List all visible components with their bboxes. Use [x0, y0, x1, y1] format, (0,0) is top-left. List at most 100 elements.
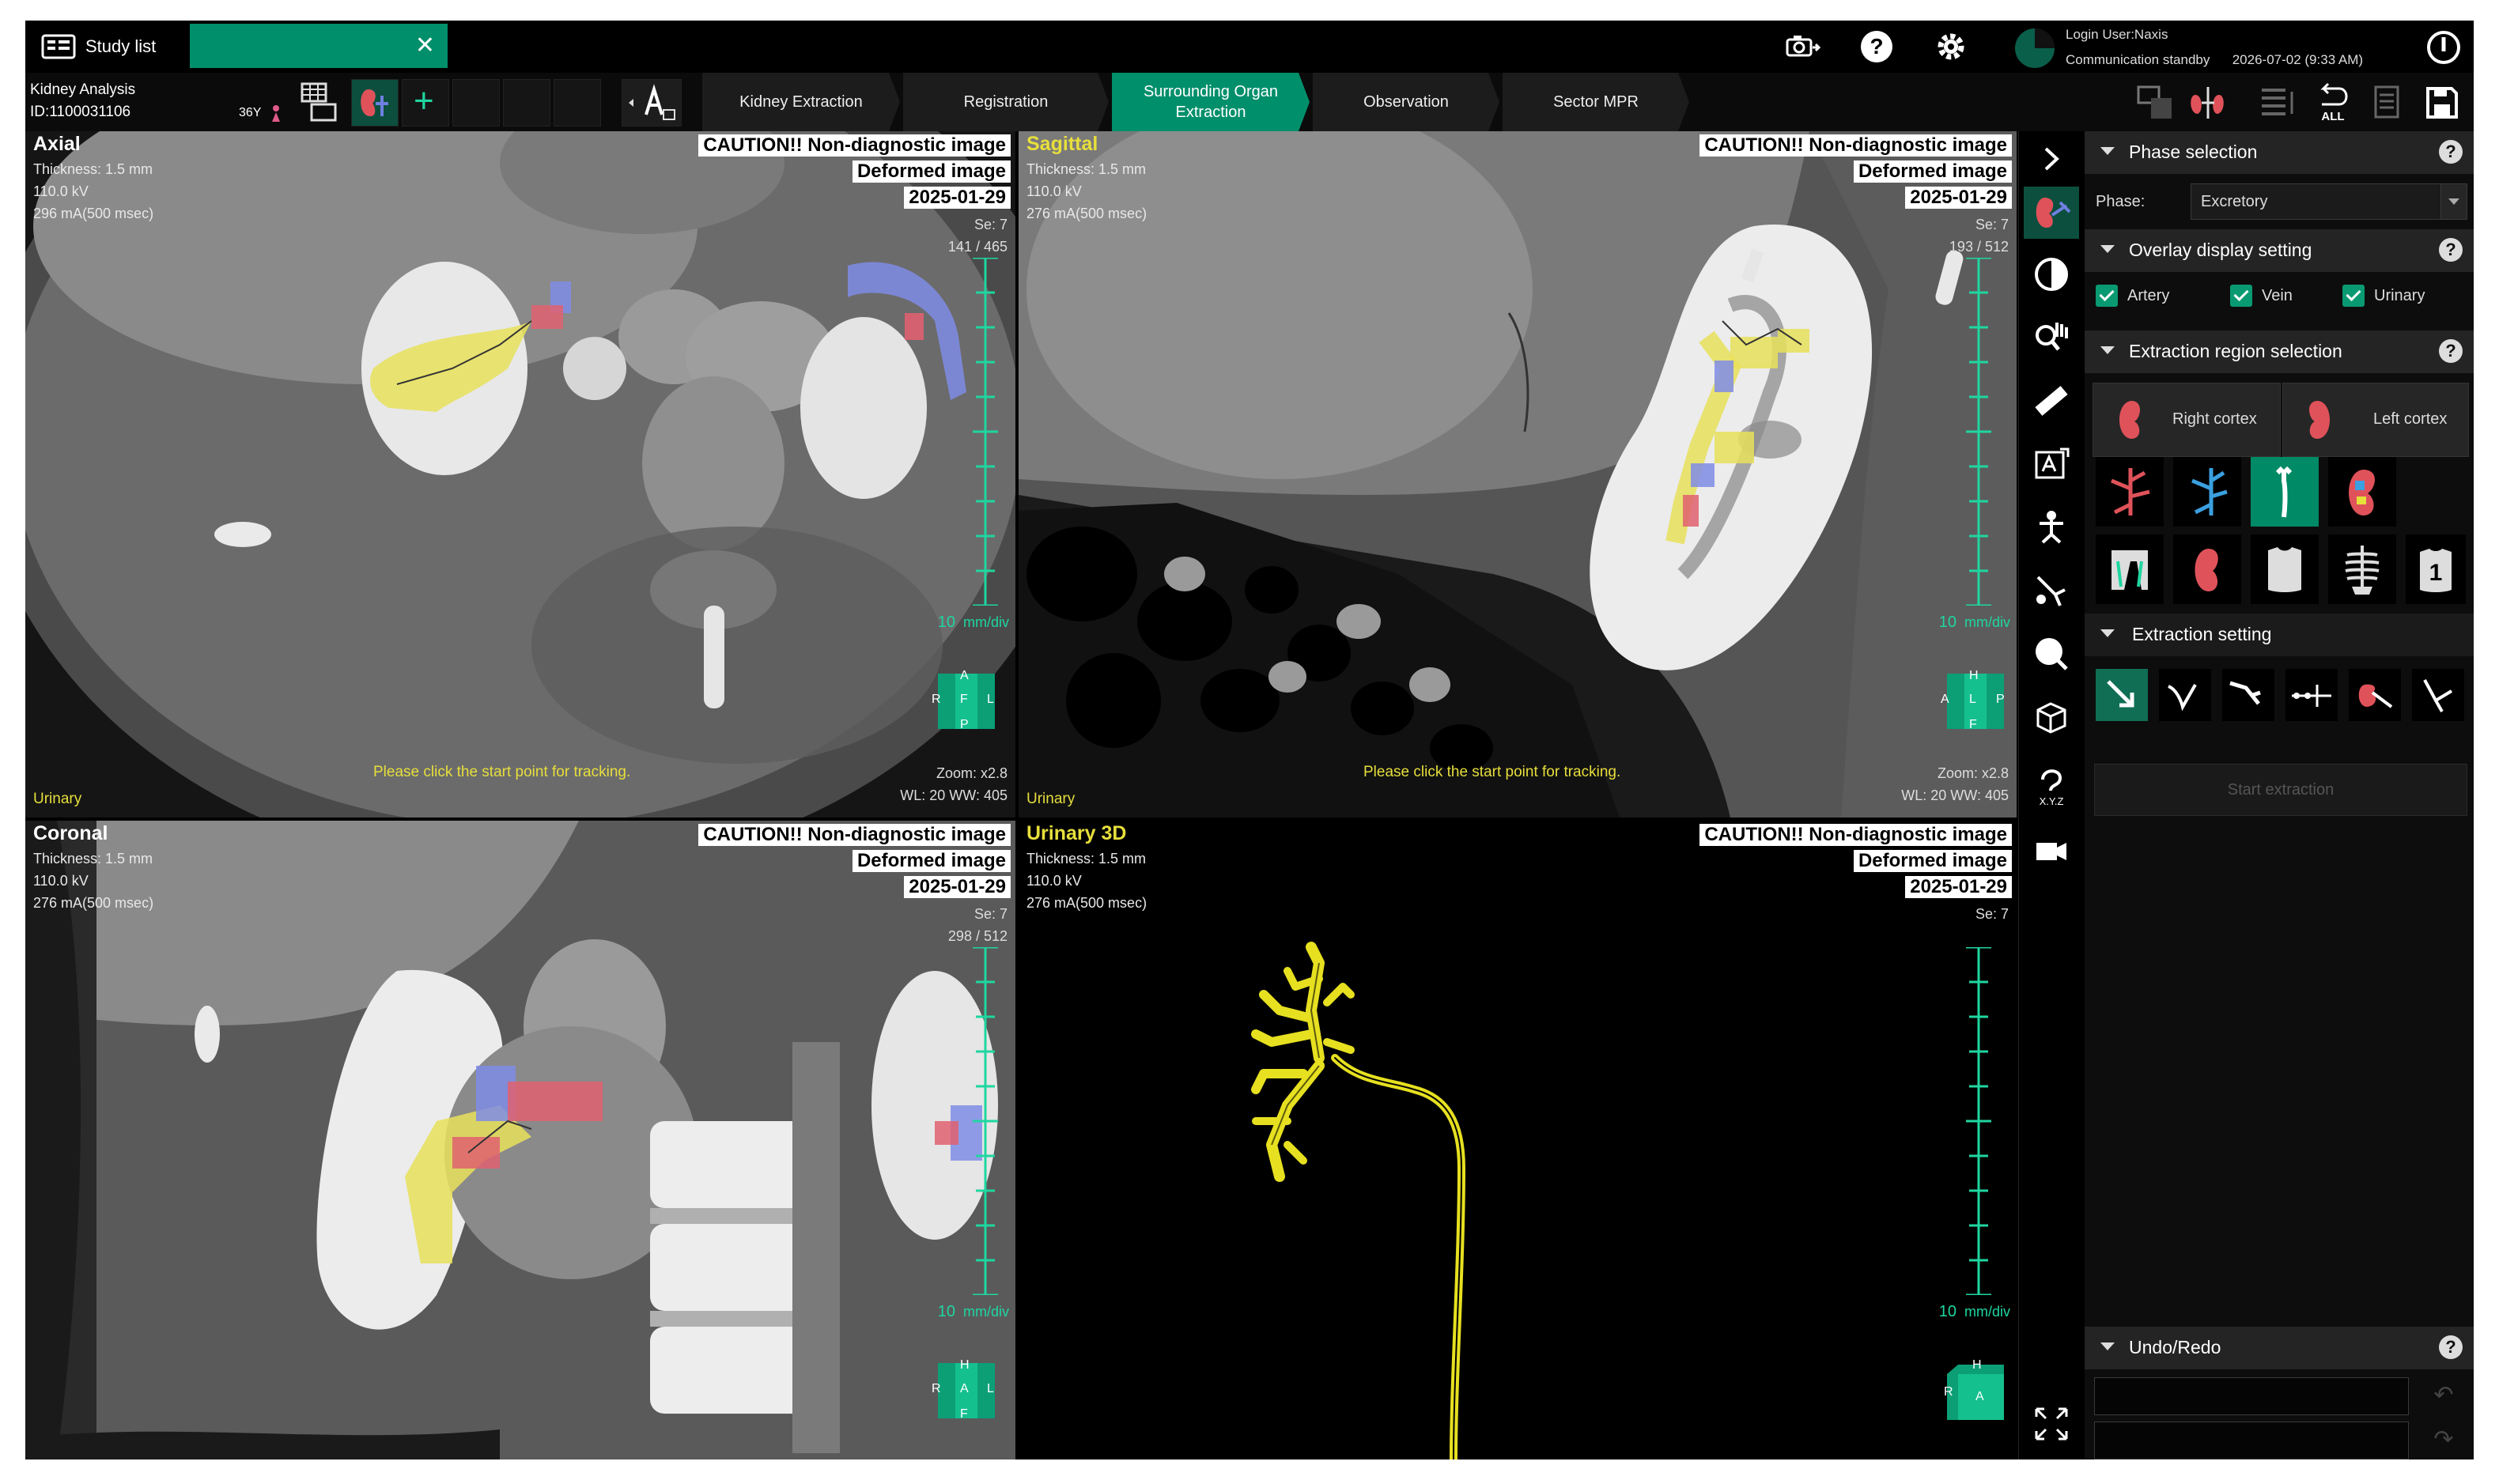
kidney-multi-region-button[interactable] — [2328, 457, 2396, 527]
right-cortex-button[interactable]: Right cortex — [2093, 383, 2281, 457]
help-icon[interactable]: ? — [2439, 140, 2463, 164]
muscle-region-button[interactable] — [2096, 534, 2164, 604]
caution-labels: CAUTION!! Non-diagnostic image Deformed … — [1699, 134, 2012, 213]
scan-parameters: Thickness: 1.5 mm 110.0 kV 276 mA(500 ms… — [33, 848, 153, 914]
measure-ruler-icon[interactable] — [2032, 381, 2071, 421]
thickness: Thickness: 1.5 mm — [1026, 161, 1147, 177]
urinary-3d-viewport[interactable]: Urinary 3D Thickness: 1.5 mm 110.0 kV 27… — [1019, 821, 2017, 1459]
thickness: Thickness: 1.5 mm — [33, 851, 153, 867]
kidney-analysis-tool-button[interactable] — [351, 79, 399, 126]
maximize-viewport-icon[interactable] — [2032, 1404, 2071, 1444]
extraction-setting-header[interactable]: Extraction setting — [2085, 614, 2474, 656]
coronal-viewport[interactable]: Coronal Thickness: 1.5 mm 110.0 kV 276 m… — [25, 821, 1015, 1459]
svg-text:X.Y.Z: X.Y.Z — [2040, 795, 2064, 807]
redo-history-field[interactable] — [2094, 1422, 2409, 1459]
region-draw-icon[interactable] — [2032, 634, 2071, 674]
screenshot-camera-icon[interactable] — [1784, 28, 1820, 65]
power-icon[interactable] — [2426, 30, 2461, 65]
undo-redo-header[interactable]: Undo/Redo ? — [2085, 1327, 2474, 1369]
login-user: Login User:Naxis — [2066, 27, 2168, 42]
urinary-region-button[interactable] — [2251, 457, 2319, 527]
step-registration[interactable]: Registration — [903, 73, 1109, 131]
orientation-cube[interactable]: H A L P F — [1941, 669, 2007, 732]
step-sector-mpr[interactable]: Sector MPR — [1503, 73, 1689, 131]
branch-add-button[interactable] — [2222, 669, 2274, 721]
left-cortex-button[interactable]: Left cortex — [2282, 383, 2469, 457]
checkbox-checked-icon — [2230, 285, 2252, 307]
study-tab[interactable]: ✕ — [190, 24, 448, 68]
anatomy-tool-icon[interactable] — [2032, 508, 2071, 547]
undo-history-field[interactable] — [2094, 1377, 2409, 1415]
overlay-display-header[interactable]: Overlay display setting ? — [2085, 229, 2474, 272]
undo-icon[interactable]: ↶ — [2425, 1377, 2463, 1414]
layout-grid-icon[interactable] — [294, 79, 342, 125]
step-surrounding-organ-extraction[interactable]: Surrounding Organ Extraction — [1112, 73, 1310, 131]
kidney-tool-button[interactable] — [2024, 187, 2079, 239]
kidney-segments-icon — [2349, 470, 2375, 515]
custom-region-button[interactable]: 1 — [2406, 534, 2466, 604]
axial-ct-image — [25, 131, 1015, 818]
phase-select[interactable]: Excretory — [2191, 183, 2467, 220]
auto-tracking-button[interactable] — [2096, 669, 2148, 721]
layout-icon[interactable] — [2134, 81, 2178, 125]
orientation-cube[interactable]: H R A L F — [932, 1358, 998, 1422]
close-tab-icon[interactable]: ✕ — [415, 32, 435, 59]
vein-checkbox[interactable]: Vein — [2230, 285, 2293, 307]
vein-region-button[interactable] — [2173, 457, 2241, 527]
organ-cut-button[interactable] — [2349, 669, 2401, 721]
artery-checkbox[interactable]: Artery — [2096, 285, 2169, 307]
start-extraction-button[interactable]: Start extraction — [2094, 764, 2467, 816]
axial-viewport[interactable]: Axial Thickness: 1.5 mm 110.0 kV 296 mA(… — [25, 131, 1015, 818]
window-level-icon[interactable] — [2032, 255, 2071, 294]
chevron-down-icon — [2440, 184, 2467, 219]
redo-icon[interactable]: ↷ — [2425, 1422, 2463, 1458]
save-icon[interactable] — [2421, 82, 2463, 123]
caution-label: CAUTION!! Non-diagnostic image — [698, 824, 1011, 846]
help-icon[interactable]: ? — [1858, 28, 1895, 65]
artery-region-button[interactable] — [2096, 457, 2164, 527]
scale-label: 10 mm/div — [1939, 614, 2010, 632]
step-observation[interactable]: Observation — [1313, 73, 1499, 131]
deformed-label: Deformed image — [852, 160, 1011, 183]
empty-tool-slot[interactable] — [452, 79, 500, 126]
body-region-button[interactable] — [2251, 534, 2319, 604]
sagittal-viewport[interactable]: Sagittal Thickness: 1.5 mm 110.0 kV 276 … — [1019, 131, 2017, 818]
annotation-icon[interactable] — [2032, 444, 2071, 484]
study-list-button[interactable]: Study list — [41, 28, 156, 65]
path-tracking-button[interactable] — [2159, 669, 2211, 721]
rotate-xyz-icon[interactable]: X.Y.Z — [2032, 761, 2071, 808]
date-label: 2025-01-29 — [904, 187, 1011, 209]
vessel-cut-icon[interactable] — [2032, 571, 2071, 610]
app-window: Study list ✕ ? Login User:Naxis Communic… — [25, 21, 2474, 1459]
settings-gear-icon[interactable] — [1933, 28, 1969, 65]
undo-all-icon[interactable]: ALL — [2311, 81, 2355, 125]
urinary-checkbox[interactable]: Urinary — [2342, 285, 2425, 307]
vessel-edit-button[interactable] — [2412, 669, 2464, 721]
list-settings-icon[interactable] — [2257, 82, 2301, 123]
phase-selection-header[interactable]: Phase selection ? — [2085, 131, 2474, 174]
collapse-panel-chevron-icon[interactable] — [2032, 139, 2071, 179]
connect-points-button[interactable] — [2285, 669, 2338, 721]
extraction-region-header[interactable]: Extraction region selection ? — [2085, 330, 2474, 373]
help-icon[interactable]: ? — [2439, 238, 2463, 262]
svg-text:?: ? — [1870, 34, 1883, 59]
step-kidney-extraction[interactable]: Kidney Extraction — [702, 73, 900, 131]
bone-region-button[interactable] — [2328, 534, 2396, 604]
scale-ruler — [1966, 947, 1991, 1295]
add-button[interactable]: + — [402, 79, 449, 126]
organ-display-icon[interactable] — [2184, 81, 2232, 125]
kidney-region-button[interactable] — [2173, 534, 2241, 604]
report-icon[interactable] — [2366, 82, 2407, 123]
orient-center: A — [960, 1382, 969, 1395]
orientation-cube[interactable]: H R A — [1941, 1358, 2007, 1422]
help-icon[interactable]: ? — [2439, 339, 2463, 363]
help-icon[interactable]: ? — [2439, 1335, 2463, 1359]
empty-tool-slot[interactable] — [554, 79, 601, 126]
zoom-pan-icon[interactable] — [2032, 318, 2071, 357]
left-cortex-label: Left cortex — [2373, 410, 2448, 428]
3d-box-icon[interactable] — [2032, 697, 2071, 737]
auto-process-button[interactable] — [622, 79, 682, 126]
empty-tool-slot[interactable] — [503, 79, 550, 126]
video-camera-icon[interactable] — [2032, 832, 2071, 871]
orientation-cube[interactable]: A R F L P — [932, 669, 998, 732]
